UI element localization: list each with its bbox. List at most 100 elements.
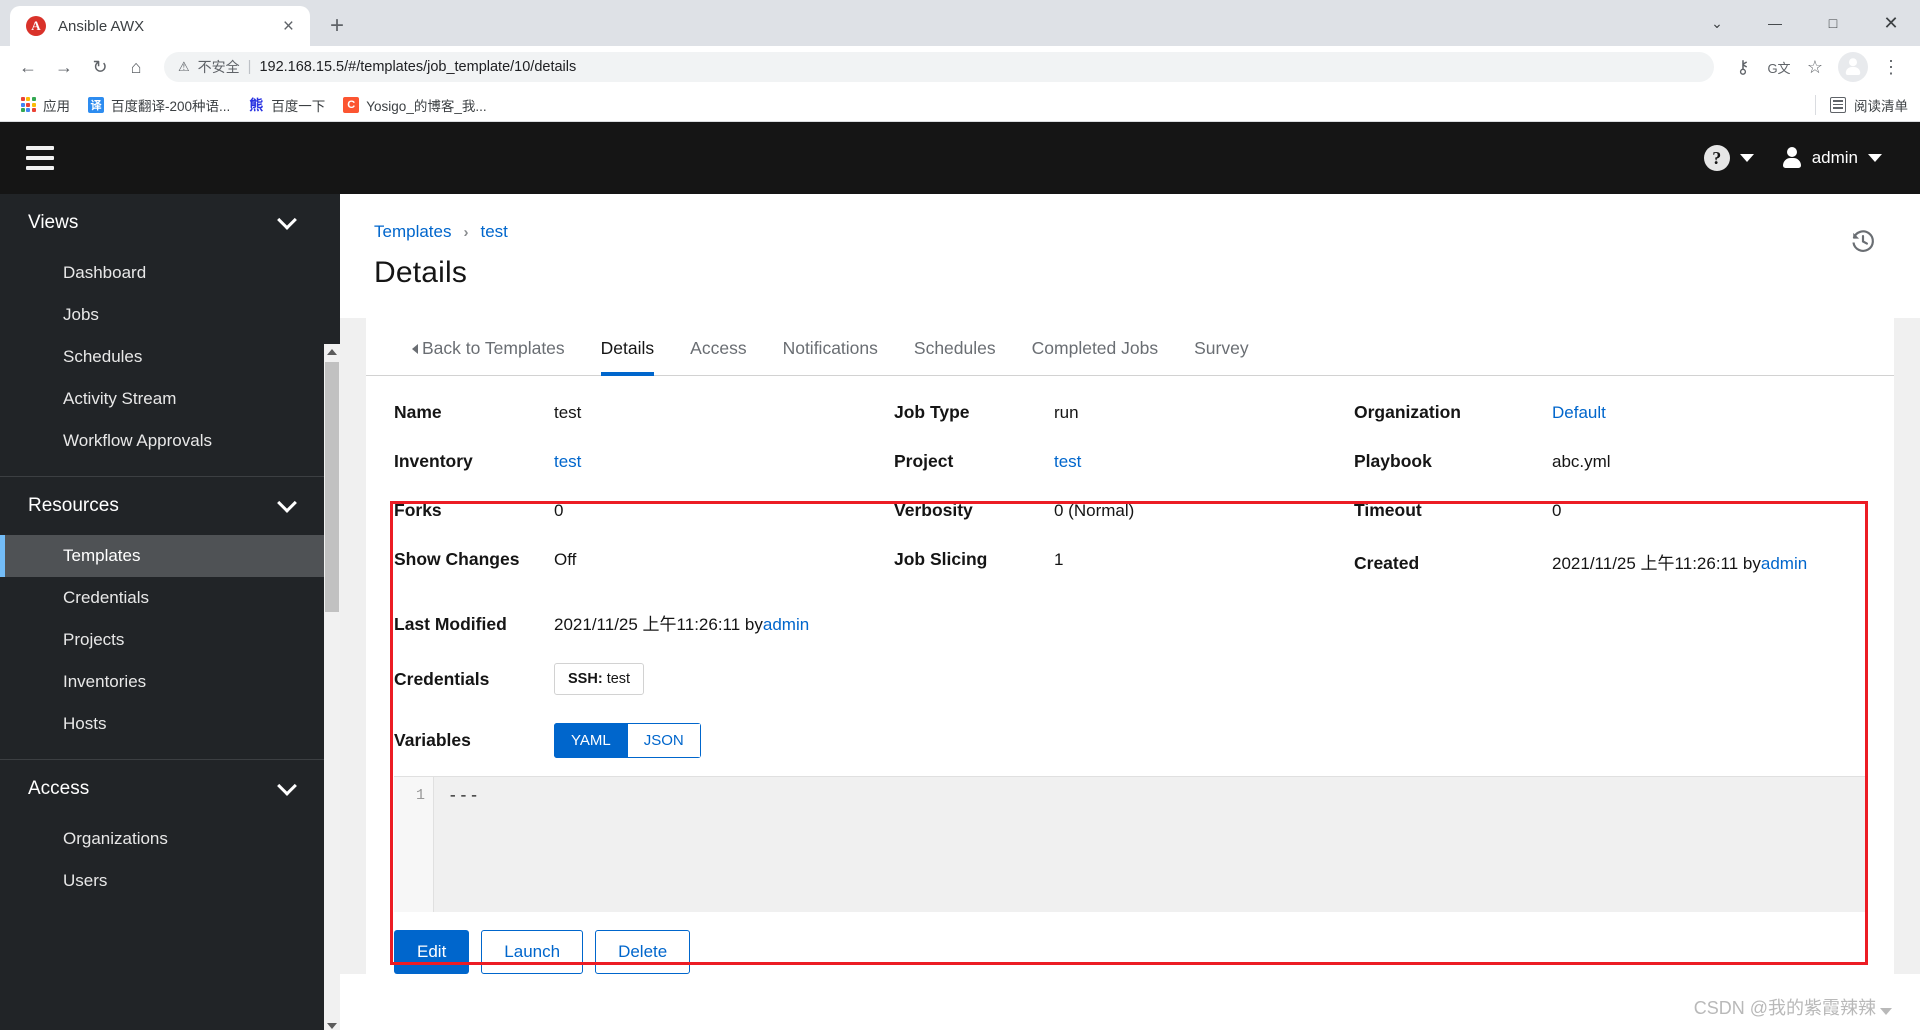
history-clock-icon[interactable]: [1850, 228, 1876, 254]
home-icon[interactable]: ⌂: [120, 51, 152, 83]
launch-button[interactable]: Launch: [481, 930, 584, 974]
detail-field-forks: Forks 0: [394, 500, 894, 521]
detail-value-user-link[interactable]: admin: [763, 615, 809, 635]
ansible-logo-icon: A: [26, 16, 46, 36]
delete-button[interactable]: Delete: [595, 930, 691, 974]
toolbar-actions: ⚷ G文 ☆ ⋮: [1726, 50, 1908, 84]
scroll-down-arrow-icon[interactable]: [324, 1018, 340, 1030]
action-buttons: Edit Launch Delete: [366, 912, 1894, 974]
bookmark-item-baidu-translate[interactable]: 译 百度翻译-200种语...: [80, 91, 238, 119]
scroll-up-arrow-icon[interactable]: [324, 344, 340, 360]
detail-value: Off: [554, 550, 577, 569]
close-window-button[interactable]: ✕: [1862, 0, 1920, 46]
detail-label: Forks: [394, 500, 442, 520]
variables-format-toggle: YAML JSON: [554, 723, 701, 758]
not-secure-warning-icon: ⚠: [178, 59, 190, 74]
tab-details[interactable]: Details: [583, 318, 673, 376]
sidebar-item-jobs[interactable]: Jobs: [0, 294, 340, 336]
breadcrumb-current[interactable]: test: [480, 222, 507, 242]
bookmark-label: 百度一下: [271, 98, 326, 114]
detail-value: 2021/11/25 上午11:26:11 by: [1552, 554, 1761, 573]
detail-label: Job Slicing: [894, 549, 988, 569]
sidebar-section-label: Views: [28, 212, 79, 233]
detail-value: abc.yml: [1552, 452, 1611, 471]
tab-notifications[interactable]: Notifications: [765, 318, 896, 375]
sidebar-navigation: Views Dashboard Jobs Schedules Activity …: [0, 122, 340, 1030]
sidebar-item-projects[interactable]: Projects: [0, 619, 340, 661]
bookmark-item-csdn[interactable]: C Yosigo_的博客_我...: [335, 91, 494, 119]
bookmark-item-apps[interactable]: 应用: [12, 91, 78, 119]
help-menu-button[interactable]: ?: [1692, 137, 1766, 179]
close-icon[interactable]: ×: [279, 17, 298, 36]
hamburger-menu-icon[interactable]: [26, 146, 54, 170]
detail-label: Project: [894, 451, 954, 471]
maximize-button[interactable]: □: [1804, 0, 1862, 46]
toggle-yaml-button[interactable]: YAML: [554, 723, 628, 758]
credential-chip-kind: SSH:: [568, 671, 603, 687]
sidebar-item-workflow-approvals[interactable]: Workflow Approvals: [0, 420, 340, 462]
chrome-menu-icon[interactable]: ⋮: [1874, 50, 1908, 84]
detail-value: run: [1054, 403, 1079, 422]
edit-button[interactable]: Edit: [394, 930, 470, 974]
detail-field-timeout: Timeout 0: [1354, 500, 1866, 521]
detail-value: 0: [1552, 501, 1562, 520]
password-key-icon[interactable]: ⚷: [1726, 50, 1760, 84]
sidebar-item-credentials[interactable]: Credentials: [0, 577, 340, 619]
sidebar-section-resources[interactable]: Resources: [0, 477, 340, 535]
sidebar-section-views[interactable]: Views: [0, 194, 340, 252]
sidebar-item-inventories[interactable]: Inventories: [0, 661, 340, 703]
reload-icon[interactable]: ↻: [84, 51, 116, 83]
user-menu-button[interactable]: admin: [1770, 139, 1894, 177]
browser-tab[interactable]: A Ansible AWX ×: [10, 6, 310, 46]
sidebar-item-activity-stream[interactable]: Activity Stream: [0, 378, 340, 420]
detail-value: 0: [554, 501, 564, 520]
sidebar-item-dashboard[interactable]: Dashboard: [0, 252, 340, 294]
detail-field-job-slicing: Job Slicing 1: [894, 549, 1354, 570]
tab-schedules[interactable]: Schedules: [896, 318, 1014, 375]
detail-value-link[interactable]: test: [554, 452, 581, 472]
sidebar-item-users[interactable]: Users: [0, 860, 340, 902]
detail-value-user-link[interactable]: admin: [1761, 554, 1807, 574]
tab-survey[interactable]: Survey: [1176, 318, 1266, 375]
new-tab-button[interactable]: +: [320, 9, 354, 43]
details-column-2: Job Type run Project test Verbosity 0 (N…: [894, 402, 1354, 602]
variables-code-editor[interactable]: 1 ---: [394, 776, 1866, 912]
address-bar[interactable]: ⚠ 不安全 | 192.168.15.5/#/templates/job_tem…: [164, 52, 1714, 82]
tab-completed-jobs[interactable]: Completed Jobs: [1014, 318, 1176, 375]
bookmark-star-icon[interactable]: ☆: [1798, 50, 1832, 84]
reading-list-button[interactable]: 阅读清单: [1815, 94, 1908, 115]
forward-icon[interactable]: →: [48, 51, 80, 83]
tab-label: Back to Templates: [422, 338, 565, 358]
breadcrumb-templates-link[interactable]: Templates: [374, 222, 451, 242]
user-name-label: admin: [1811, 148, 1858, 167]
detail-field-playbook: Playbook abc.yml: [1354, 451, 1866, 472]
detail-value-link[interactable]: Default: [1552, 403, 1606, 423]
tab-search-icon[interactable]: ⌄: [1688, 0, 1746, 46]
tab-back-to-templates[interactable]: Back to Templates: [394, 318, 583, 375]
toggle-json-button[interactable]: JSON: [627, 723, 701, 758]
credential-chip[interactable]: SSH: test: [554, 663, 645, 695]
browser-chrome: A Ansible AWX × + ⌄ — □ ✕ ← → ↻ ⌂ ⚠ 不安全 …: [0, 0, 1920, 122]
detail-value-link[interactable]: test: [1054, 452, 1081, 472]
sidebar-section-access[interactable]: Access: [0, 760, 340, 818]
detail-label: Credentials: [394, 668, 490, 689]
detail-field-variables: Variables YAML JSON: [366, 723, 1894, 758]
details-grid: Name test Inventory test Forks 0 Show Ch…: [366, 376, 1894, 610]
sidebar-item-schedules[interactable]: Schedules: [0, 336, 340, 378]
sidebar-item-hosts[interactable]: Hosts: [0, 703, 340, 745]
sidebar-item-organizations[interactable]: Organizations: [0, 818, 340, 860]
details-column-3: Organization Default Playbook abc.yml Ti…: [1354, 402, 1866, 602]
translate-icon[interactable]: G文: [1762, 50, 1796, 84]
minimize-button[interactable]: —: [1746, 0, 1804, 46]
scrollbar-thumb[interactable]: [325, 362, 339, 612]
url-text: 192.168.15.5/#/templates/job_template/10…: [259, 59, 577, 75]
sidebar-scrollbar[interactable]: [324, 344, 340, 1030]
profile-avatar-icon[interactable]: [1838, 52, 1868, 82]
editor-content[interactable]: ---: [434, 777, 1866, 912]
detail-label: Inventory: [394, 451, 473, 471]
app-header-actions: ? admin: [1692, 137, 1894, 179]
back-icon[interactable]: ←: [12, 51, 44, 83]
bookmark-item-baidu[interactable]: 熊 百度一下: [240, 91, 333, 119]
tab-access[interactable]: Access: [672, 318, 764, 375]
sidebar-item-templates[interactable]: Templates: [0, 535, 340, 577]
